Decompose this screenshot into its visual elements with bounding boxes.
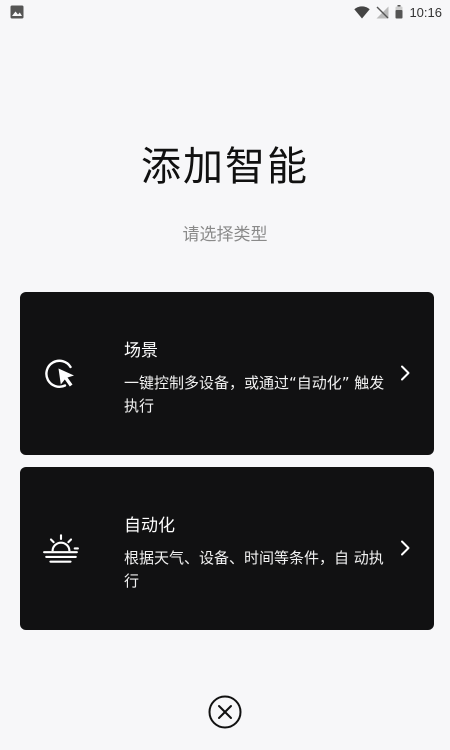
status-time: 10:16 [409, 4, 442, 20]
automation-option-card[interactable]: 自动化 根据天气、设备、时间等条件，自 动执行 [20, 467, 434, 630]
scene-option-description: 一键控制多设备，或通过“自动化” 触发执行 [124, 374, 385, 415]
automation-option-title: 自动化 [124, 516, 175, 536]
wifi-icon [354, 5, 371, 18]
sun-horizon-icon [43, 534, 79, 563]
cursor-click-icon [45, 359, 74, 388]
page-subtitle: 请选择类型 [182, 225, 268, 245]
close-circle-icon[interactable] [208, 695, 242, 729]
scene-option-title: 场景 [124, 341, 158, 361]
chevron-right-icon [401, 365, 410, 381]
status-bar-right: 10:16 [354, 5, 442, 20]
status-bar-left [10, 5, 24, 19]
chevron-right-icon [401, 540, 410, 556]
status-bar: 10:16 [0, 0, 450, 24]
scene-option-card[interactable]: 场景 一键控制多设备，或通过“自动化” 触发执行 [20, 292, 434, 455]
no-signal-icon [376, 6, 389, 18]
image-notification-icon [10, 5, 24, 19]
page-title: 添加智能 [141, 144, 309, 190]
automation-option-description: 根据天气、设备、时间等条件，自 动执行 [124, 549, 384, 590]
battery-icon [395, 5, 403, 19]
